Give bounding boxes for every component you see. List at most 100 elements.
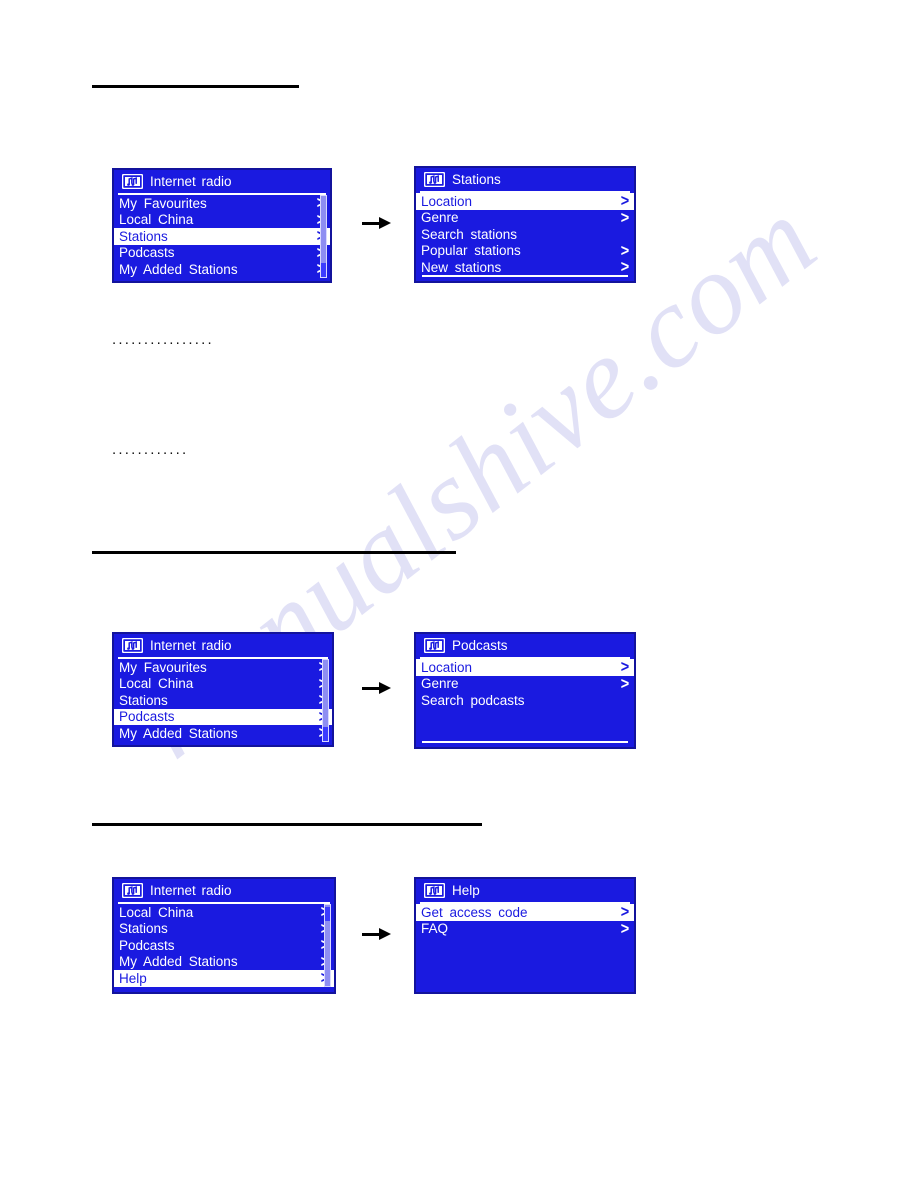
menu-item-my-favourites[interactable]: My Favourites> <box>114 194 330 212</box>
lcd-body: PodcastsLocation>Genre>Search podcasts> <box>416 634 634 747</box>
chevron-right-icon: > <box>620 918 630 938</box>
chevron-right-icon: > <box>620 191 630 211</box>
lcd-menu-list: My Favourites>Local China>Stations>Podca… <box>114 194 330 278</box>
menu-item-get-access-code[interactable]: Get access code > <box>416 903 634 921</box>
lcd-body: StationsLocation>Genre>Search stations>P… <box>416 168 634 281</box>
menu-item-label: My Favourites <box>119 195 207 211</box>
lcd-screen-internet-radio-podcasts[interactable]: Internet radio My Favourites>Local China>… <box>112 632 334 747</box>
lcd-bottom-rule <box>422 275 628 277</box>
lcd-title-text: Internet radio <box>150 174 232 189</box>
menu-item-podcasts[interactable]: Podcasts> <box>114 708 332 725</box>
lcd-title-bar: Podcasts <box>416 634 634 657</box>
arrow-head <box>379 928 391 940</box>
lcd-scrollbar-thumb[interactable] <box>323 726 328 741</box>
menu-item-label: Search stations <box>421 226 518 242</box>
menu-item-faq[interactable]: FAQ > <box>416 918 634 938</box>
lcd-body: Internet radio My Favourites>Local China>… <box>114 634 332 745</box>
lcd-menu-list: Location>Genre>Search stations>Popular s… <box>416 191 634 277</box>
menu-item-label: My Added Stations <box>119 954 238 970</box>
menu-item-genre[interactable]: Genre > <box>416 673 634 693</box>
internet-radio-icon <box>122 883 143 898</box>
chevron-right-icon: > <box>620 257 630 277</box>
lcd-scrollbar-track[interactable] <box>322 659 329 742</box>
lcd-scrollbar-track[interactable] <box>324 904 331 987</box>
chevron-right-icon: > <box>620 673 630 693</box>
lcd-screen-stations-menu[interactable]: StationsLocation>Genre>Search stations>P… <box>414 166 636 283</box>
menu-item-local-china[interactable]: Local China> <box>114 903 334 921</box>
menu-item-stations[interactable]: Stations> <box>114 920 334 938</box>
menu-item-my-added-stations[interactable]: My Added Stations> <box>114 953 334 971</box>
redacted-line-1: ................ <box>112 331 214 348</box>
lcd-scrollbar-track[interactable] <box>320 195 327 278</box>
menu-item-podcasts[interactable]: Podcasts> <box>114 936 334 954</box>
lcd-bottom-rule <box>422 741 628 743</box>
menu-item-podcasts[interactable]: Podcasts> <box>114 244 330 262</box>
redacted-line-2: ............ <box>112 441 189 458</box>
menu-item-genre[interactable]: Genre > <box>416 207 634 227</box>
lcd-title-bar: Help <box>416 879 634 902</box>
flow-arrow-stations <box>362 214 392 234</box>
menu-item-label: Local China <box>119 676 194 692</box>
lcd-menu-list: Local China>Stations>Podcasts>My Added S… <box>114 903 334 987</box>
lcd-scrollbar-thumb[interactable] <box>325 907 330 921</box>
menu-item-label: My Added Stations <box>119 261 238 277</box>
lcd-title-bar: Internet radio <box>114 170 330 193</box>
menu-item-label: Podcasts <box>119 937 175 953</box>
arrow-head <box>379 217 391 229</box>
lcd-screen-internet-radio-stations[interactable]: Internet radio My Favourites>Local China>… <box>112 168 332 283</box>
lcd-menu-list: Get access code > FAQ > <box>416 903 634 938</box>
internet-radio-icon <box>424 883 445 898</box>
menu-item-search-stations[interactable]: Search stations> <box>416 226 634 243</box>
lcd-title-bar: Internet radio <box>114 634 332 657</box>
menu-item-label: Stations <box>119 692 168 708</box>
lcd-title-text: Podcasts <box>452 638 508 653</box>
menu-item-stations[interactable]: Stations> <box>114 691 332 709</box>
lcd-title-text: Internet radio <box>150 638 232 653</box>
lcd-screen-help-menu[interactable]: Help Get access code > FAQ > <box>414 877 636 994</box>
menu-item-new-stations[interactable]: New stations > <box>416 257 634 277</box>
menu-item-local-china[interactable]: Local China> <box>114 211 330 229</box>
menu-item-label: Genre <box>421 210 459 226</box>
lcd-screen-internet-radio-help[interactable]: Internet radio Local China>Stations>Podca… <box>112 877 336 994</box>
menu-item-label: Local China <box>119 212 194 228</box>
section-rule-1 <box>92 85 299 88</box>
arrow-head <box>379 682 391 694</box>
menu-item-popular-stations[interactable]: Popular stations > <box>416 240 634 260</box>
menu-item-stations[interactable]: Stations> <box>114 227 330 245</box>
internet-radio-icon <box>424 638 445 653</box>
menu-item-label: Genre <box>421 676 459 692</box>
lcd-title-text: Internet radio <box>150 883 232 898</box>
lcd-body: Internet radio Local China>Stations>Podca… <box>114 879 334 992</box>
menu-item-help[interactable]: Help> <box>114 969 334 987</box>
menu-item-location[interactable]: Location > <box>416 191 634 211</box>
menu-item-label: Popular stations <box>421 243 521 259</box>
menu-item-local-china[interactable]: Local China> <box>114 675 332 693</box>
menu-item-label: Stations <box>119 921 168 937</box>
chevron-right-icon: > <box>620 207 630 227</box>
internet-radio-icon <box>122 638 143 653</box>
menu-item-my-added-stations[interactable]: My Added Stations> <box>114 260 330 278</box>
lcd-body: Help Get access code > FAQ > <box>416 879 634 992</box>
lcd-title-bar: Stations <box>416 168 634 191</box>
chevron-right-icon: > <box>620 657 630 677</box>
chevron-right-icon: > <box>620 240 630 260</box>
flow-arrow-help <box>362 925 392 945</box>
lcd-title-text: Stations <box>452 172 501 187</box>
menu-item-label: FAQ <box>421 921 449 937</box>
menu-item-location[interactable]: Location > <box>416 657 634 677</box>
menu-item-label: New stations <box>421 259 502 275</box>
lcd-title-bar: Internet radio <box>114 879 334 902</box>
section-rule-2 <box>92 551 456 554</box>
internet-radio-icon <box>122 174 143 189</box>
lcd-screen-podcasts-menu[interactable]: PodcastsLocation>Genre>Search podcasts> <box>414 632 636 749</box>
menu-item-label: Local China <box>119 904 194 920</box>
menu-item-label: My Added Stations <box>119 725 238 741</box>
menu-item-label: Search podcasts <box>421 692 525 708</box>
lcd-scrollbar-thumb[interactable] <box>321 262 326 277</box>
lcd-menu-list: My Favourites>Local China>Stations>Podca… <box>114 658 332 742</box>
menu-item-my-favourites[interactable]: My Favourites> <box>114 658 332 676</box>
section-rule-3 <box>92 823 482 826</box>
menu-item-label: My Favourites <box>119 659 207 675</box>
menu-item-search-podcasts[interactable]: Search podcasts> <box>416 692 634 709</box>
menu-item-my-added-stations[interactable]: My Added Stations> <box>114 724 332 742</box>
